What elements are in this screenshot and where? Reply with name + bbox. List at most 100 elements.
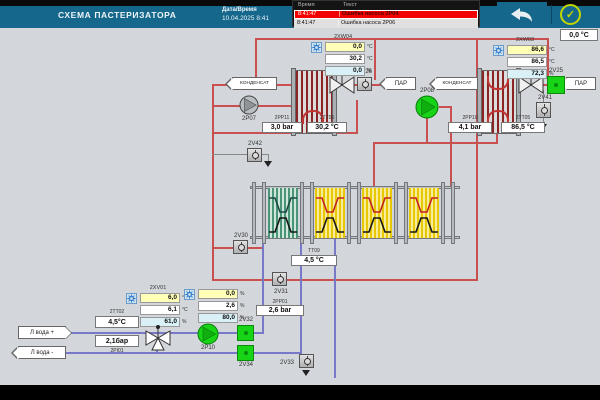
display-label: TT09: [308, 248, 320, 254]
display-pp11: 3,0 bar: [262, 122, 302, 133]
valve-2v32[interactable]: [237, 325, 254, 341]
frame-bar: [262, 182, 266, 244]
valve-2v42[interactable]: [247, 148, 262, 162]
pipe-hot-left-vertical: [212, 84, 214, 281]
tag-label: ПАР: [394, 80, 408, 87]
tag-condensate-right: КОНДЕНСАТ: [436, 77, 478, 90]
display-label: 2PP10: [462, 115, 478, 121]
tag-ice-water-supply: Л вода +: [18, 326, 66, 339]
tag-condensate-left: КОНДЕНСАТ: [232, 77, 277, 90]
alarm-table: Время Текст 8:41:47 Ошибка насоса 2Р04 8…: [292, 0, 480, 28]
display-label: 2PP11: [274, 115, 290, 121]
display-tt09: 4,5 °C: [291, 255, 337, 266]
actual-value: 6,1: [140, 305, 180, 315]
output-value: 0,0: [325, 66, 365, 76]
alarm-row[interactable]: 8:41:47 Ошибка насоса 2Р06: [294, 19, 478, 28]
frame-bar: [357, 182, 361, 244]
unit: °C: [367, 44, 373, 50]
valve-2v26[interactable]: [357, 77, 372, 91]
pump-2p10[interactable]: [197, 323, 219, 345]
display-pi01: 2,1бар: [95, 335, 139, 347]
bottom-black-bar: [0, 385, 600, 400]
frame-bar: [404, 182, 408, 244]
drain-arrow-icon: [264, 161, 272, 167]
tag-label: Л вода -: [30, 349, 54, 356]
hmi-screen: СХЕМА ПАСТЕРИЗАТОРА Дата/Время 10.04.202…: [0, 0, 600, 400]
pump-label: 2P07: [241, 116, 256, 122]
display-pp01: 2,6 bar: [256, 305, 304, 316]
display-label: 2TT06: [319, 115, 335, 121]
tag-label: КОНДЕНСАТ: [442, 81, 472, 86]
frame-bar: [394, 182, 398, 244]
back-button[interactable]: [497, 2, 547, 27]
faceplate-2xw03: 2XW03 86,6 86,5 72,3 °C °C %: [493, 37, 557, 81]
unit: %: [367, 68, 372, 74]
setpoint-value[interactable]: 86,6: [507, 45, 547, 55]
alarm-row-active[interactable]: 8:41:47 Ошибка насоса 2Р04: [294, 10, 478, 19]
tag-ice-water-return: Л вода -: [18, 346, 66, 359]
plate-pack-heating-1: [315, 188, 345, 238]
valve-label: 2V34: [238, 362, 253, 368]
valve-label: 2V33: [279, 360, 294, 366]
plate-pasteurizer[interactable]: [248, 182, 464, 246]
display-pp10: 4,1 bar: [448, 122, 492, 133]
tag-label: Л вода +: [30, 329, 54, 336]
valve-2v34[interactable]: [237, 345, 254, 361]
unit: %: [240, 291, 245, 297]
display-tt06: 30,2 °C: [307, 122, 347, 133]
frame-bar: [300, 182, 304, 244]
display-outlet-temp: 0,0 °C: [560, 29, 598, 41]
valve-label: 2V32: [238, 317, 253, 323]
pump-2p08[interactable]: [415, 95, 439, 119]
tag-steam-right: ПАР: [566, 77, 596, 90]
alarm-text: Ошибка насоса 2Р04: [339, 11, 477, 18]
tag-label: ПАР: [574, 80, 588, 87]
setpoint-value[interactable]: 0,0: [325, 42, 365, 52]
tag-label: КОНДЕНСАТ: [240, 81, 269, 86]
alarm-col-time: Время: [298, 2, 315, 8]
valve-label: 2V42: [247, 141, 262, 147]
pipe-hot-valve-return: [356, 100, 358, 134]
alarm-text: Ошибка насоса 2Р06: [338, 20, 478, 27]
pipe-p08-to-hx: [373, 142, 497, 144]
gear-icon[interactable]: [311, 42, 322, 53]
faceplate-label: 2XV01: [149, 285, 167, 291]
display-label: 2TT02: [109, 309, 125, 315]
faceplate-label: 2XW04: [333, 34, 353, 40]
pipe-p08-down: [426, 118, 428, 144]
header-divider: [551, 5, 552, 24]
three-way-valve-2xv01[interactable]: [144, 322, 172, 352]
faceplate-label: 2XW03: [515, 37, 535, 43]
pump-2p07[interactable]: [239, 95, 259, 115]
frame-bar: [310, 182, 314, 244]
gear-icon[interactable]: [184, 289, 195, 300]
alarm-col-text: Текст: [343, 2, 357, 8]
frame-bar: [441, 182, 445, 244]
datetime-value: 10.04.2025 8:41: [222, 15, 269, 22]
setpoint-value[interactable]: 6,0: [140, 293, 180, 303]
acknowledge-button[interactable]: ✓: [560, 4, 581, 25]
output-value: 80,0: [198, 313, 238, 323]
page-title: СХЕМА ПАСТЕРИЗАТОРА: [58, 10, 177, 20]
display-tt05: 86,5 °C: [501, 122, 545, 133]
actual-value: 2,6: [198, 301, 238, 311]
actual-value: 30,2: [325, 54, 365, 64]
pipe-cold-riser-1: [262, 238, 264, 334]
alarm-time: 8:41:47: [297, 20, 316, 27]
valve-2v30[interactable]: [233, 240, 248, 254]
valve-label: 2V31: [273, 289, 288, 295]
unit: °C: [549, 47, 555, 53]
setpoint-value[interactable]: 0,0: [198, 289, 238, 299]
valve-2v33[interactable]: [299, 354, 314, 368]
unit: %: [549, 71, 554, 77]
valve-label: 2V30: [233, 233, 248, 239]
actual-value: 86,5: [507, 57, 547, 67]
gear-icon[interactable]: [126, 293, 137, 304]
display-label: 2PI01: [110, 348, 124, 354]
valve-2v31[interactable]: [272, 272, 287, 286]
unit: °C: [367, 56, 373, 62]
gear-icon[interactable]: [493, 45, 504, 56]
reply-arrow-icon: [511, 7, 532, 22]
datetime-label: Дата/Время: [222, 7, 257, 13]
plate-pack-heating-2: [362, 188, 392, 238]
